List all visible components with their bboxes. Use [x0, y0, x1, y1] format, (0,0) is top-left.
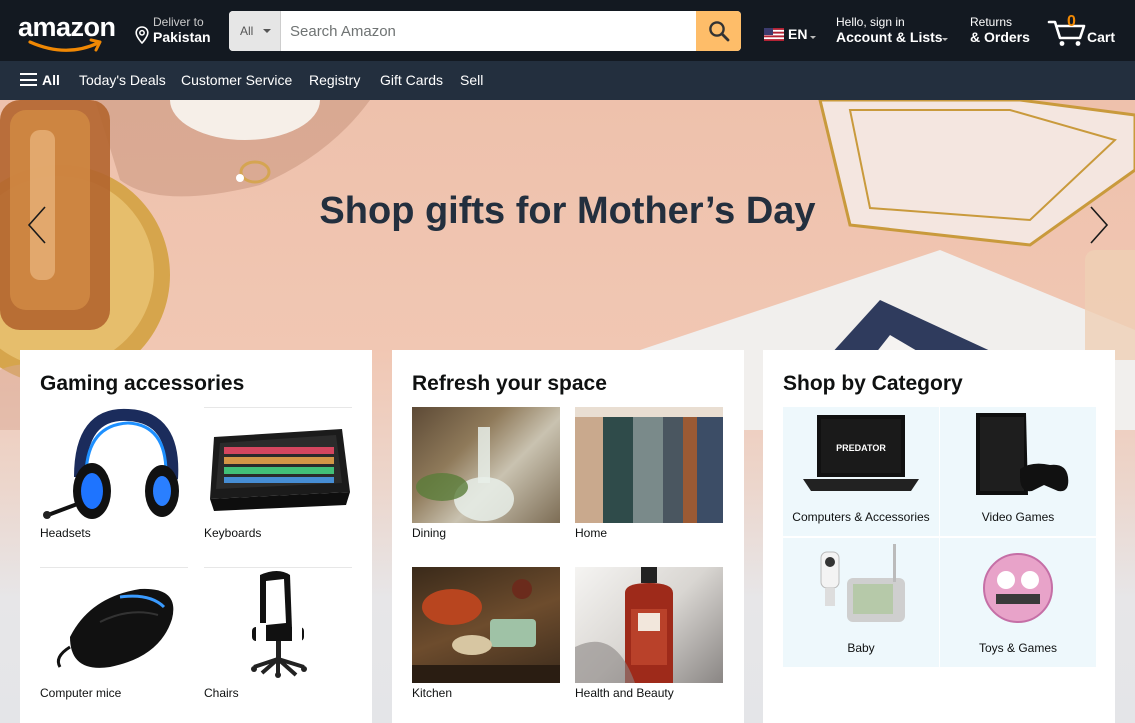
toy-ball-image: [983, 553, 1053, 623]
gaming-chair-image: [251, 571, 307, 678]
hanging-textiles-illustration: [575, 407, 723, 523]
dining-image: [412, 407, 560, 523]
category-video-games[interactable]: Video Games: [940, 407, 1096, 536]
nav-link-sell[interactable]: Sell: [460, 72, 483, 88]
nav-link-customer-service[interactable]: Customer Service: [181, 72, 292, 88]
returns-label: Returns: [970, 15, 1013, 29]
search-button[interactable]: [696, 11, 741, 51]
all-menu-button[interactable]: All: [20, 72, 60, 88]
category-baby[interactable]: Baby: [783, 538, 939, 667]
headset-image: [43, 408, 179, 519]
category-computers-accessories[interactable]: PREDATOR Computers & Accessories: [783, 407, 939, 536]
cart-label: Cart: [1087, 29, 1116, 45]
card-title: Shop by Category: [783, 372, 963, 395]
search-bar: All: [229, 11, 741, 51]
charcuterie-board-illustration: [412, 579, 560, 683]
baby-monitor-image: [820, 544, 905, 622]
tile-caption: Chairs: [204, 686, 239, 700]
card-title: Refresh your space: [412, 372, 607, 395]
card-shop-by-category: Shop by Category PREDATOR Computers & Ac…: [763, 350, 1115, 723]
carafe-illustration: [416, 427, 514, 521]
tile-caption: Computer mice: [40, 686, 122, 700]
soap-bottle-illustration: [575, 567, 673, 683]
chevron-left-icon[interactable]: [26, 205, 48, 245]
category-toys-games[interactable]: Toys & Games: [940, 538, 1096, 667]
account-label: Account & Lists: [836, 29, 943, 45]
computer-mouse-image: [56, 588, 174, 668]
location-pin-icon: [135, 26, 149, 44]
tile-caption: Kitchen: [412, 686, 453, 700]
language-selector[interactable]: EN: [762, 20, 822, 44]
laptop-image: PREDATOR: [803, 415, 919, 491]
top-navigation-bar: amazon Deliver to Pakistan All Search Am…: [0, 0, 1135, 61]
category-caption: Toys & Games: [978, 641, 1058, 655]
logo-smile-icon: [28, 38, 102, 52]
tile-caption: Home: [575, 526, 608, 540]
language-code: EN: [788, 26, 808, 42]
hamburger-icon: [20, 73, 37, 86]
tile-caption: Headsets: [40, 526, 91, 540]
caret-down-icon: [263, 29, 271, 33]
category-caption: Computers & Accessories: [792, 510, 930, 524]
card-gaming-accessories: Gaming accessories Headsets Keyboards Co…: [20, 350, 372, 723]
tile-caption: Dining: [412, 526, 447, 540]
card-title: Gaming accessories: [40, 372, 245, 395]
home-image: [575, 407, 723, 523]
us-flag-icon: [764, 28, 784, 41]
game-console-image: [976, 413, 1069, 495]
orders-label: & Orders: [970, 29, 1030, 45]
all-menu-label: All: [42, 72, 60, 88]
svg-text:PREDATOR: PREDATOR: [836, 443, 886, 453]
health-beauty-image: [575, 567, 723, 683]
secondary-navigation-bar: All Today's Deals Customer Service Regis…: [0, 61, 1135, 100]
tile-caption: Health and Beauty: [575, 686, 674, 700]
deliver-to-location[interactable]: Deliver to Pakistan: [133, 14, 223, 48]
search-icon: [708, 21, 729, 42]
deliver-location: Pakistan: [153, 29, 211, 45]
nav-link-todays-deals[interactable]: Today's Deals: [79, 72, 166, 88]
returns-and-orders[interactable]: Returns & Orders: [970, 14, 1036, 48]
category-caption: Video Games: [981, 510, 1055, 524]
caret-down-icon: [942, 38, 948, 41]
chevron-right-icon[interactable]: [1088, 205, 1110, 245]
cart-count: 0: [1067, 13, 1076, 30]
nav-link-registry[interactable]: Registry: [309, 72, 360, 88]
tile-caption: Keyboards: [204, 526, 262, 540]
search-category-label: All: [240, 24, 254, 38]
search-category-dropdown[interactable]: All: [229, 11, 281, 51]
deliver-label: Deliver to: [153, 15, 204, 29]
amazon-logo[interactable]: amazon: [14, 10, 118, 52]
kitchen-image: [412, 567, 560, 683]
nav-link-gift-cards[interactable]: Gift Cards: [380, 72, 443, 88]
hero-title: Shop gifts for Mother’s Day: [319, 190, 816, 232]
account-greeting: Hello, sign in: [836, 15, 905, 29]
account-and-lists[interactable]: Hello, sign in Account & Lists: [836, 14, 954, 48]
keyboard-image: [210, 429, 350, 511]
caret-down-icon: [810, 36, 816, 39]
cart-button[interactable]: 0 Cart: [1047, 13, 1119, 49]
search-input[interactable]: [281, 11, 697, 51]
category-caption: Baby: [847, 641, 875, 655]
card-refresh-your-space: Refresh your space Dining Home Kitchen H…: [392, 350, 744, 723]
